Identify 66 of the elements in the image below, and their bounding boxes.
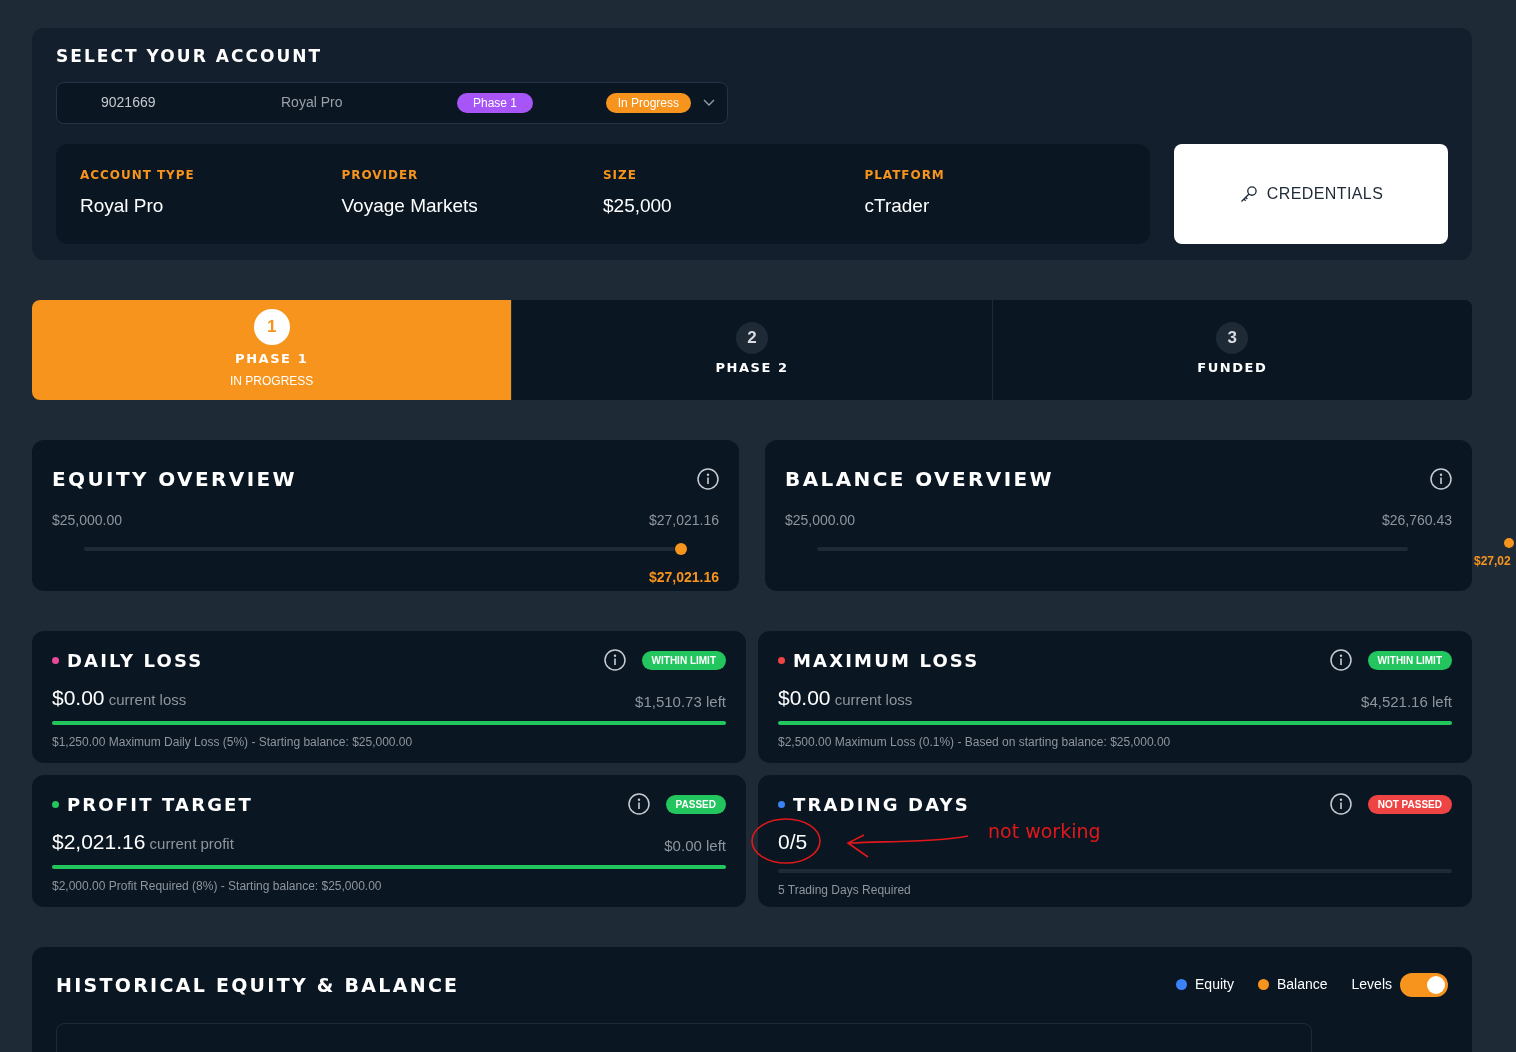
status-badge: In Progress — [605, 92, 691, 113]
current-value: $0.00 current loss — [52, 684, 187, 711]
detail-label: ACCOUNT TYPE — [80, 167, 196, 185]
detail-label: SIZE — [603, 167, 638, 185]
legend-label: Equity — [1195, 975, 1234, 995]
objective-note: $2,000.00 Profit Required (8%) - Starting balance: $25,000.00 — [52, 878, 383, 895]
credentials-button[interactable]: CREDENTIALS — [1174, 143, 1448, 244]
range-min: $25,000.00 — [785, 510, 856, 530]
card-title: EQUITY OVERVIEW — [52, 465, 298, 493]
status-badge: NOT PASSED — [1367, 794, 1452, 814]
range-max: $27,021.16 — [648, 510, 719, 530]
remaining-value: $1,510.73 left — [635, 691, 726, 712]
phase-step[interactable]: 3 FUNDED — [991, 299, 1472, 400]
info-icon[interactable] — [1329, 649, 1352, 671]
info-icon[interactable] — [1430, 467, 1452, 490]
remaining-value: $4,521.16 left — [1361, 691, 1452, 712]
account-number: 9021669 — [101, 93, 157, 112]
range-thumb[interactable] — [1504, 537, 1514, 548]
status-badge: WITHIN LIMIT — [1367, 650, 1452, 670]
info-icon[interactable] — [603, 649, 626, 671]
annotation-text: not working — [988, 818, 1101, 844]
current-value: $0.00 current loss — [778, 684, 913, 711]
step-number: 3 — [1216, 321, 1249, 354]
detail-label: PROVIDER — [341, 167, 420, 185]
step-label: PHASE 1 — [235, 349, 309, 368]
detail-value: $25,000 — [603, 194, 673, 219]
marker-value: $27,02 — [1474, 552, 1511, 570]
card-title: TRADING DAYS — [793, 792, 970, 817]
card-title: BALANCE OVERVIEW — [785, 465, 1055, 493]
range-min: $25,000.00 — [52, 510, 123, 530]
chevron-down-icon — [703, 98, 715, 107]
levels-toggle[interactable] — [1400, 972, 1448, 997]
circle-annotation — [750, 815, 822, 866]
remaining-value: $0.00 left — [664, 835, 726, 856]
account-name: Royal Pro — [281, 93, 344, 112]
step-number: 1 — [253, 308, 290, 345]
range-max: $26,760.43 — [1381, 510, 1452, 530]
info-icon[interactable] — [1329, 793, 1352, 815]
marker-value: $27,021.16 — [648, 567, 719, 587]
objective-note: $2,500.00 Maximum Loss (0.1%) - Based on starting balance: $25,000.00 — [778, 734, 1172, 751]
info-icon[interactable] — [697, 467, 719, 490]
detail-value: Royal Pro — [80, 194, 165, 219]
info-icon[interactable] — [627, 793, 650, 815]
detail-value: cTrader — [864, 194, 931, 219]
current-value: $2,021.16 current profit — [52, 828, 234, 855]
range-thumb[interactable] — [675, 542, 687, 555]
card-title: HISTORICAL EQUITY & BALANCE — [56, 972, 460, 998]
account-dropdown[interactable]: 9021669 Royal Pro Phase 1 In Progress — [56, 81, 728, 124]
current-value: 0/5 — [778, 828, 808, 855]
card-title: DAILY LOSS — [67, 648, 204, 673]
detail-value: Voyage Markets — [341, 194, 479, 219]
card-title: PROFIT TARGET — [67, 792, 253, 817]
objective-note: 5 Trading Days Required — [778, 882, 912, 899]
section-title: SELECT YOUR ACCOUNT — [56, 45, 324, 68]
status-badge: PASSED — [665, 794, 726, 814]
phase-badge: Phase 1 — [457, 92, 534, 113]
step-label: PHASE 2 — [715, 358, 789, 377]
detail-label: PLATFORM — [864, 167, 946, 185]
step-number: 2 — [736, 321, 768, 354]
step-status: IN PROGRESS — [230, 373, 314, 391]
status-badge: WITHIN LIMIT — [641, 650, 726, 670]
legend-label: Balance — [1276, 975, 1328, 995]
step-label: FUNDED — [1197, 358, 1268, 377]
toggle-label: Levels — [1351, 975, 1392, 995]
card-title: MAXIMUM LOSS — [793, 648, 980, 673]
objective-note: $1,250.00 Maximum Daily Loss (5%) - Starting balance: $25,000.00 — [52, 734, 414, 751]
